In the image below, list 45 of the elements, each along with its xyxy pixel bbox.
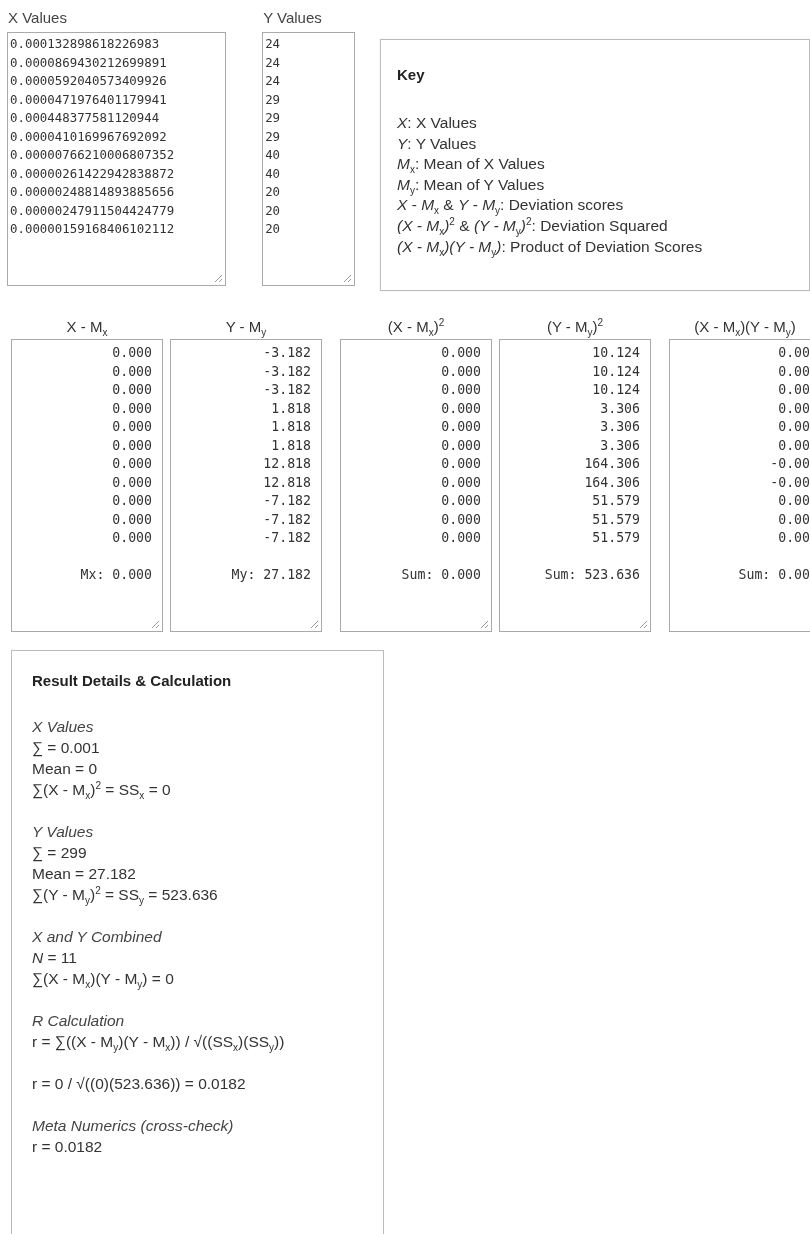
deviation-field[interactable]: -3.182 -3.182 -3.182 1.818 1.818 1.818 12.818 12.818 -7.182 -7.182 -7.182 My: 27.182 (170, 339, 322, 632)
column-heading: Y - M$_{y}$ (225, 317, 267, 339)
key-entry: (X - M$_{x}$)$^{2}$ & (Y - M$_{y}$)$^{2}$: Deviation Squared (397, 215, 669, 237)
section-heading: R Calculation (32, 1011, 126, 1031)
column-heading: (X - M$_{x}$)$^{2}$ (387, 316, 445, 339)
column-heading: (X - M$_{x}$)(Y - M$_{y}$) (694, 317, 796, 339)
resize-grip-icon[interactable] (480, 620, 489, 629)
result-line: ∑ = 0.001 (32, 738, 101, 758)
resize-grip-icon[interactable] (343, 274, 352, 283)
section-heading: X and Y Combined (32, 927, 163, 947)
result-line: r = 0.0182 (32, 1137, 104, 1157)
column-heading: X - M$_{x}$ (66, 317, 108, 339)
values-field[interactable]: 24 24 24 29 29 29 40 40 20 20 20 (262, 32, 355, 286)
deviation-field[interactable]: 0.000 0.000 0.000 0.000 0.000 0.000 0.000 0.000 0.000 0.000 0.000 Sum: 0.000 (340, 339, 492, 632)
section-heading: Y Values (32, 822, 95, 842)
deviation-field[interactable]: 0.00 0.00 0.00 0.00 0.00 0.00 -0.00 -0.00 0.00 0.00 0.00 Sum: 0.00 (669, 339, 810, 632)
deviation-field[interactable]: 0.000 0.000 0.000 0.000 0.000 0.000 0.000 0.000 0.000 0.000 0.000 Mx: 0.000 (11, 339, 163, 632)
results-title: Result Details & Calculation (32, 672, 233, 689)
key-entry: M$_{y}$: Mean of Y Values (397, 174, 546, 196)
result-line: Mean = 0 (32, 759, 99, 779)
key-entry: X - M$_{x}$ & Y - M$_{y}$: Deviation scores (397, 196, 625, 216)
section-heading: X Values (32, 717, 95, 737)
resize-grip-icon[interactable] (639, 620, 648, 629)
key-title: Key (397, 66, 426, 83)
key-entry: X: X Values (397, 113, 478, 133)
result-line: ∑(Y - M$_{y}$)$^{2}$ = SS$_{y}$ = 523.636 (32, 884, 219, 905)
field-label: X Values (7, 8, 67, 28)
resize-grip-icon[interactable] (310, 620, 319, 629)
result-line: r = ∑((X - M$_{y}$)(Y - M$_{x}$)) / √((SS$_{x}$)(SS$_{y}$)) (32, 1032, 286, 1052)
values-field[interactable]: 0.000132898618226983 0.0000869430212699891 0.0000592040573409926 0.0000471976401179941 0.000448377581120944 0.0000410169967692092 0.00000766210006807352 0.00000261422942838872 0.00000248814893885656 0.00000247911504424779 0.00000159168406102112 (7, 32, 227, 286)
resize-grip-icon[interactable] (151, 620, 160, 629)
result-line: ∑ = 299 (32, 843, 88, 863)
column-heading: (Y - M$_{y}$)$^{2}$ (546, 316, 604, 339)
key-entry: (X - M$_{x}$)(Y - M$_{y}$): Product of Deviation Scores (397, 237, 704, 258)
field-label: Y Values (262, 8, 322, 28)
resize-grip-icon[interactable] (214, 274, 224, 283)
result-line: N = 11 (32, 948, 78, 968)
key-entry: Y: Y Values (397, 133, 478, 154)
result-line: ∑(X - M$_{x}$)$^{2}$ = SS$_{x}$ = 0 (32, 779, 172, 800)
key-entry: M$_{x}$: Mean of X Values (397, 154, 546, 175)
result-line: r = 0 / √((0)(523.636)) = 0.0182 (32, 1074, 247, 1094)
result-line: ∑(X - M$_{x}$)(Y - M$_{y}$) = 0 (32, 969, 175, 989)
section-heading: Meta Numerics (cross-check) (32, 1116, 235, 1136)
deviation-field[interactable]: 10.124 10.124 10.124 3.306 3.306 3.306 164.306 164.306 51.579 51.579 51.579 Sum: 523.636 (499, 339, 651, 632)
result-line: Mean = 27.182 (32, 864, 137, 884)
